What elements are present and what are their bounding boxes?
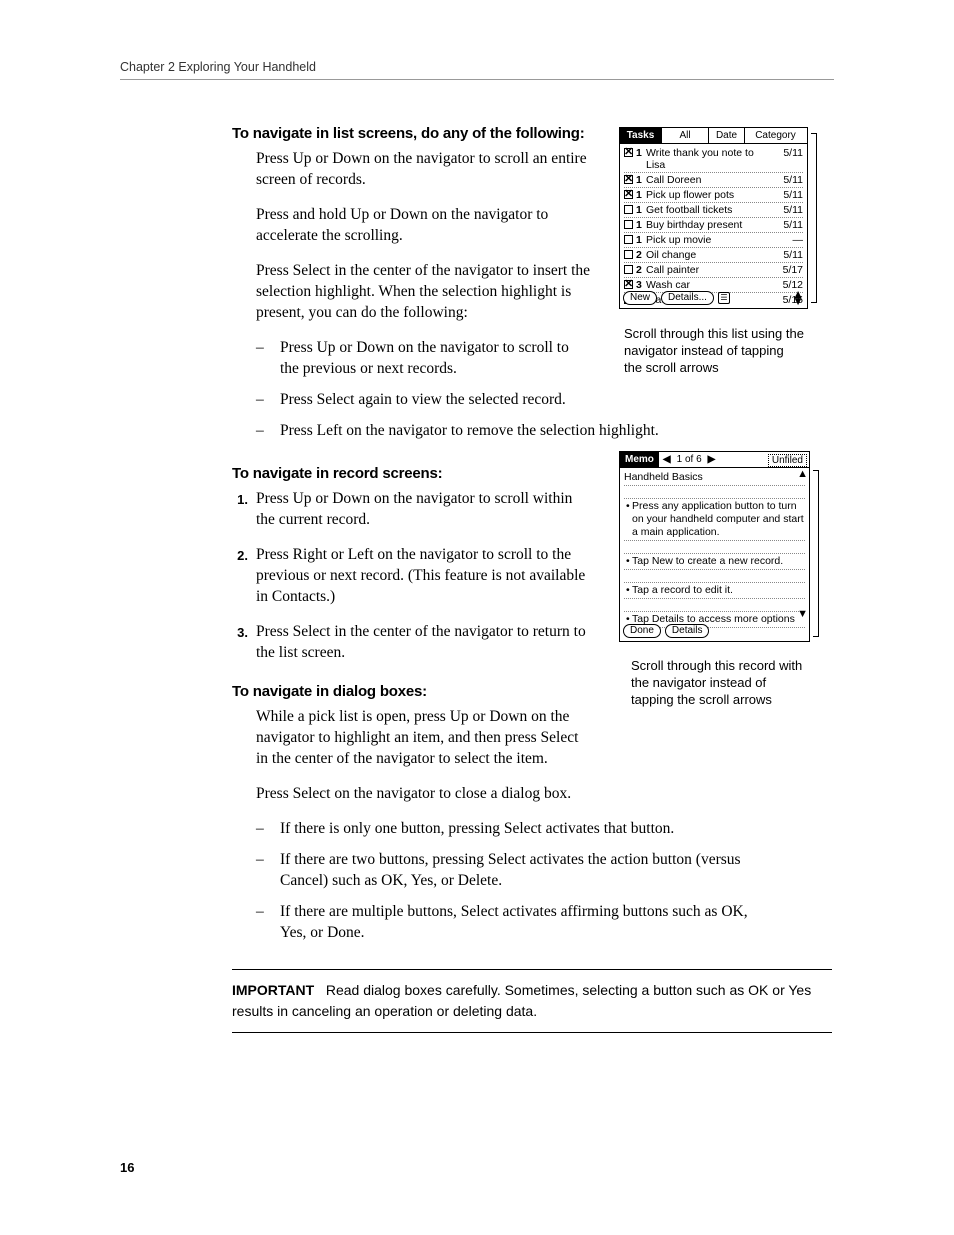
page-number: 16 [120, 1160, 134, 1175]
list-item: 3.Press Select in the center of the navi… [232, 621, 832, 663]
important-label: IMPORTANT [232, 982, 314, 998]
list-item: –If there are two buttons, pressing Sele… [256, 849, 762, 891]
section-heading: To navigate in record screens: [232, 465, 832, 482]
list-item: –Press Left on the navigator to remove t… [256, 420, 762, 441]
important-note: IMPORTANT Read dialog boxes carefully. S… [232, 969, 832, 1033]
list-item: –Press Up or Down on the navigator to sc… [256, 337, 762, 379]
list-item: –If there is only one button, pressing S… [256, 818, 762, 839]
list-item: 2.Press Right or Left on the navigator t… [232, 544, 832, 607]
important-text: Read dialog boxes carefully. Sometimes, … [232, 982, 811, 1019]
body-text: While a pick list is open, press Up or D… [256, 706, 586, 769]
list-item: –If there are multiple buttons, Select a… [256, 901, 762, 943]
body-text: Press Select in the center of the naviga… [256, 260, 591, 323]
section-heading: To navigate in list screens, do any of t… [232, 125, 832, 142]
running-head: Chapter 2 Exploring Your Handheld [120, 60, 834, 80]
body-text: Press and hold Up or Down on the navigat… [256, 204, 591, 246]
body-text: Press Select on the navigator to close a… [256, 783, 786, 804]
body-text: Press Up or Down on the navigator to scr… [256, 148, 591, 190]
list-item: –Press Select again to view the selected… [256, 389, 762, 410]
section-heading: To navigate in dialog boxes: [232, 683, 832, 700]
list-item: 1.Press Up or Down on the navigator to s… [232, 488, 832, 530]
